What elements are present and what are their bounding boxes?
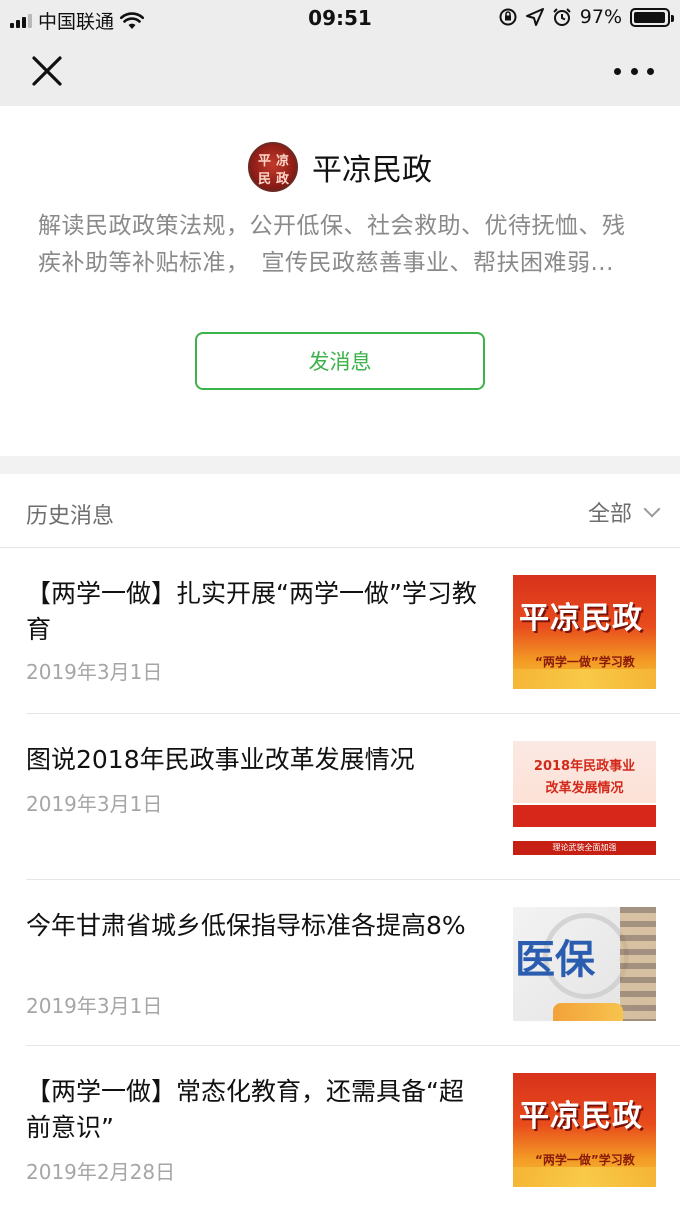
nav-bar: [0, 36, 680, 106]
orientation-lock-icon: [499, 8, 517, 26]
article-title: 今年甘肃省城乡低保指导标准各提高8%: [26, 911, 466, 940]
section-divider: [0, 456, 680, 474]
article-item[interactable]: 【两学一做】扎实开展“两学一做”学习教育 2019年3月1日 平凉民政 “两学一…: [0, 548, 680, 714]
article-title: 【两学一做】常态化教育，还需具备“超前意识”: [26, 1077, 464, 1142]
send-message-button[interactable]: 发消息: [195, 332, 485, 390]
avatar[interactable]: 平 凉 民 政: [248, 142, 298, 192]
close-button[interactable]: [28, 52, 66, 90]
account-name[interactable]: 平凉民政: [312, 145, 432, 189]
chevron-down-icon: [643, 500, 661, 518]
article-title: 图说2018年民政事业改革发展情况: [26, 745, 415, 774]
article-thumbnail: 平凉民政 “两学一做”学习教: [513, 575, 656, 689]
account-profile: 平 凉 民 政 平凉民政 解读民政政策法规，公开低保、社会救助、优待抚恤、残疾补…: [0, 106, 680, 456]
battery-icon: [630, 7, 674, 27]
filter-label: 全部: [587, 502, 632, 527]
account-header: 平 凉 民 政 平凉民政: [0, 142, 680, 192]
battery-percent: 97%: [579, 6, 622, 28]
article-title: 【两学一做】扎实开展“两学一做”学习教育: [26, 579, 477, 644]
history-title: 历史消息: [26, 504, 115, 529]
history-header: 历史消息 全部: [0, 474, 680, 548]
article-item[interactable]: 今年甘肃省城乡低保指导标准各提高8% 2019年3月1日 医保: [0, 880, 680, 1046]
more-button[interactable]: [614, 56, 654, 86]
article-date: 2019年3月1日: [26, 660, 163, 684]
article-thumbnail: 医保: [513, 907, 656, 1021]
location-icon: [525, 8, 544, 26]
status-bar: 中国联通 09:51 97%: [0, 0, 680, 36]
article-thumbnail: 平凉民政 “两学一做”学习教: [513, 1073, 656, 1187]
history-filter-dropdown[interactable]: 全部: [587, 496, 661, 528]
article-date: 2019年3月1日: [26, 994, 163, 1018]
article-date: 2019年3月1日: [26, 792, 163, 816]
article-date: 2019年2月28日: [26, 1160, 176, 1184]
account-description: 解读民政政策法规，公开低保、社会救助、优待抚恤、残疾补助等补贴标准， 宣传民政慈…: [38, 213, 626, 276]
more-dots-icon: [614, 67, 621, 75]
alarm-icon: [553, 8, 571, 26]
battery-fill: [634, 11, 666, 23]
article-item[interactable]: 图说2018年民政事业改革发展情况 2019年3月1日 2018年民政事业 改革…: [0, 714, 680, 880]
article-thumbnail: 2018年民政事业 改革发展情况 理论武装全面加强: [513, 741, 656, 855]
article-item[interactable]: 【两学一做】常态化教育，还需具备“超前意识” 2019年2月28日 平凉民政 “…: [0, 1046, 680, 1208]
close-icon: [32, 56, 62, 86]
status-right: 97%: [498, 6, 674, 28]
